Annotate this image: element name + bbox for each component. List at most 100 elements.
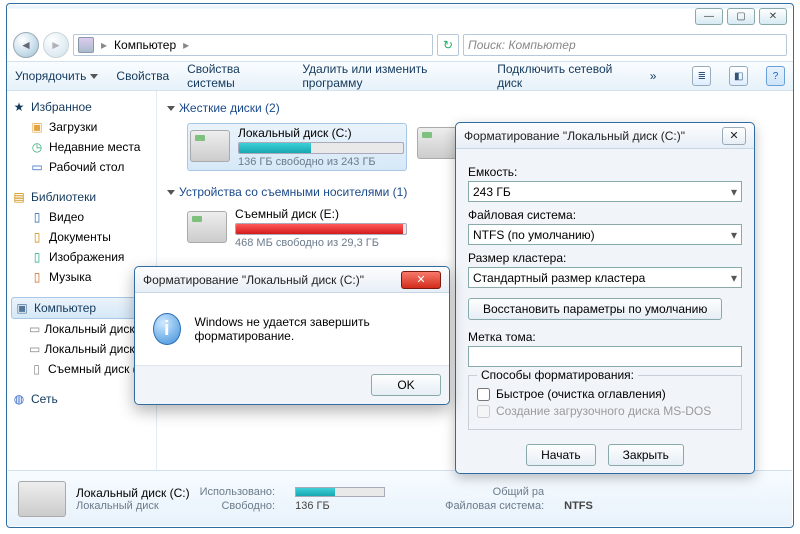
properties-button[interactable]: Свойства (116, 69, 169, 83)
collapse-icon (167, 190, 175, 195)
status-type: Локальный диск (76, 500, 190, 512)
status-free-key: Свободно: (200, 500, 276, 512)
drive-free-text: 136 ГБ свободно из 243 ГБ (238, 156, 404, 168)
drive-icon (190, 130, 230, 162)
volume-label-label: Метка тома: (468, 330, 742, 344)
folder-icon: ▣ (29, 119, 45, 135)
star-icon: ★ (11, 99, 27, 115)
volume-label-input[interactable] (468, 346, 742, 367)
filesystem-label: Файловая система: (468, 208, 742, 222)
removable-drive-icon: ▯ (29, 361, 44, 377)
capacity-label: Емкость: (468, 165, 742, 179)
forward-button[interactable]: ► (43, 32, 69, 58)
dialog-titlebar[interactable]: Форматирование "Локальный диск (C:)" ✕ (456, 123, 754, 149)
close-button[interactable]: ✕ (759, 8, 787, 25)
organize-menu[interactable]: Упорядочить (15, 69, 86, 83)
drive-name: Локальный диск (C:) (238, 126, 404, 140)
computer-icon (78, 37, 94, 53)
start-button[interactable]: Начать (526, 444, 596, 466)
sidebar-item-music[interactable]: ▯Музыка (11, 267, 152, 287)
back-button[interactable]: ◄ (13, 32, 39, 58)
restore-defaults-button[interactable]: Восстановить параметры по умолчанию (468, 298, 722, 320)
video-icon: ▯ (29, 209, 45, 225)
minimize-button[interactable]: — (695, 8, 723, 25)
nav-row: ◄ ► ▸ Компьютер ▸ ↻ Поиск: Компьютер (7, 29, 793, 61)
libraries-icon: ▤ (11, 189, 27, 205)
collapse-icon (167, 106, 175, 111)
cluster-combo[interactable]: Стандартный размер кластера (468, 267, 742, 288)
network-icon: ◍ (11, 391, 27, 407)
sidebar-item-documents[interactable]: ▯Документы (11, 227, 152, 247)
sidebar-head-network[interactable]: ◍Сеть (11, 389, 152, 409)
chevron-right-icon: ▸ (98, 38, 110, 52)
format-options-legend: Способы форматирования: (477, 368, 638, 382)
capacity-combo[interactable]: 243 ГБ (468, 181, 742, 202)
sidebar-item-desktop[interactable]: ▭Рабочий стол (11, 157, 152, 177)
titlebar: — ▢ ✕ (7, 4, 793, 29)
cluster-label: Размер кластера: (468, 251, 742, 265)
ok-button[interactable]: OK (371, 374, 441, 396)
status-free-val: 136 ГБ (295, 500, 385, 512)
dialog-title: Форматирование "Локальный диск (C:)" (464, 129, 685, 143)
drive-name: Съемный диск (E:) (235, 207, 407, 221)
system-properties-button[interactable]: Свойства системы (187, 62, 284, 90)
close-dialog-button[interactable]: Закрыть (608, 444, 684, 466)
msdos-boot-checkbox: Создание загрузочного диска MS-DOS (477, 404, 733, 418)
toolbar-overflow[interactable]: » (650, 69, 657, 83)
search-placeholder: Поиск: Компьютер (468, 38, 576, 52)
drive-c[interactable]: Локальный диск (C:) 136 ГБ свободно из 2… (187, 123, 407, 171)
usage-minibar (295, 487, 385, 497)
sidebar-head-computer[interactable]: ▣Компьютер (11, 297, 152, 319)
close-button[interactable]: ✕ (401, 271, 441, 289)
format-dialog: Форматирование "Локальный диск (C:)" ✕ Е… (455, 122, 755, 474)
info-icon: i (153, 313, 181, 345)
sidebar-item-drive-d[interactable]: ▭Локальный диск (D:) (11, 339, 152, 359)
chevron-right-icon: ▸ (180, 38, 192, 52)
status-fs-key: Файловая система: (445, 500, 544, 512)
sidebar-item-drive-c[interactable]: ▭Локальный диск (C:) (11, 319, 152, 339)
filesystem-combo[interactable]: NTFS (по умолчанию) (468, 224, 742, 245)
messagebox-titlebar[interactable]: Форматирование "Локальный диск (C:)" ✕ (135, 267, 449, 293)
drive-icon: ▭ (29, 341, 40, 357)
drive-e[interactable]: Съемный диск (E:) 468 МБ свободно из 29,… (187, 207, 407, 249)
format-options-group: Способы форматирования: Быстрое (очистка… (468, 375, 742, 430)
uninstall-button[interactable]: Удалить или изменить программу (302, 62, 479, 90)
error-messagebox: Форматирование "Локальный диск (C:)" ✕ i… (134, 266, 450, 405)
refresh-button[interactable]: ↻ (437, 34, 459, 56)
computer-icon: ▣ (14, 300, 30, 316)
help-button[interactable]: ? (766, 66, 785, 86)
close-button[interactable]: ✕ (722, 127, 746, 145)
preview-pane-button[interactable]: ◧ (729, 66, 748, 86)
drive-free-text: 468 МБ свободно из 29,3 ГБ (235, 237, 407, 249)
sidebar-head-libraries[interactable]: ▤Библиотеки (11, 187, 152, 207)
sidebar-item-pictures[interactable]: ▯Изображения (11, 247, 152, 267)
picture-icon: ▯ (29, 249, 45, 265)
group-hard-disks[interactable]: Жесткие диски (2) (167, 97, 783, 119)
usage-bar (235, 223, 407, 235)
view-options-button[interactable]: ≣ (692, 66, 711, 86)
toolbar: Упорядочить Свойства Свойства системы Уд… (7, 61, 793, 91)
drive-icon (18, 481, 66, 517)
breadcrumb[interactable]: ▸ Компьютер ▸ (73, 34, 433, 56)
map-drive-button[interactable]: Подключить сетевой диск (497, 62, 631, 90)
quick-format-checkbox[interactable]: Быстрое (очистка оглавления) (477, 387, 733, 401)
sidebar-head-favorites[interactable]: ★Избранное (11, 97, 152, 117)
search-input[interactable]: Поиск: Компьютер (463, 34, 787, 56)
music-icon: ▯ (29, 269, 45, 285)
chevron-down-icon (90, 74, 98, 79)
removable-drive-icon (187, 211, 227, 243)
sidebar-item-downloads[interactable]: ▣Загрузки (11, 117, 152, 137)
sidebar-item-recent[interactable]: ◷Недавние места (11, 137, 152, 157)
maximize-button[interactable]: ▢ (727, 8, 755, 25)
messagebox-title: Форматирование "Локальный диск (C:)" (143, 273, 364, 287)
status-bar: Локальный диск (C:) Локальный диск Испол… (8, 470, 792, 526)
status-used-key: Использовано: (200, 486, 276, 498)
status-name: Локальный диск (C:) (76, 486, 190, 500)
messagebox-text: Windows не удается завершить форматирова… (195, 315, 432, 343)
sidebar-item-drive-e[interactable]: ▯Съемный диск (E:) (11, 359, 152, 379)
desktop-icon: ▭ (29, 159, 45, 175)
breadcrumb-root[interactable]: Компьютер (114, 38, 176, 52)
status-fs-val: NTFS (564, 500, 593, 512)
drive-icon (417, 127, 457, 159)
sidebar-item-videos[interactable]: ▯Видео (11, 207, 152, 227)
